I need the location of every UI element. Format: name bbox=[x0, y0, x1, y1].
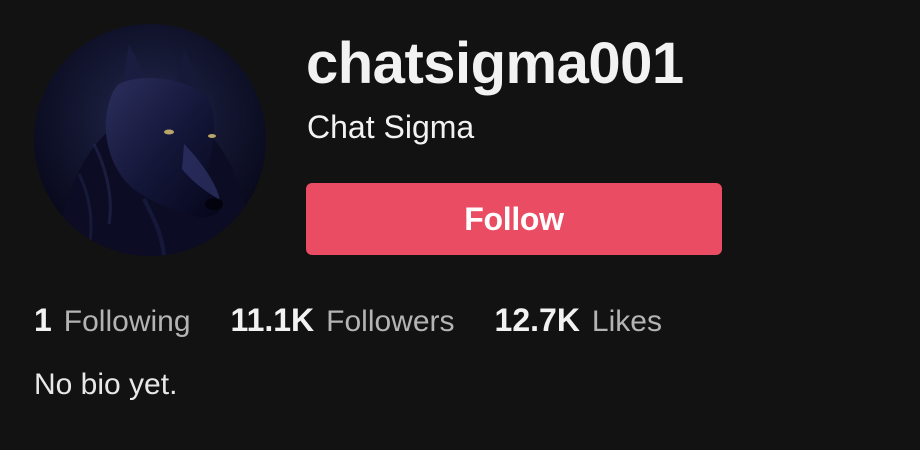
display-name: Chat Sigma bbox=[307, 109, 475, 145]
followers-label: Followers bbox=[326, 305, 455, 338]
following-count: 1 bbox=[34, 302, 52, 338]
stat-followers[interactable]: 11.1K Followers bbox=[231, 302, 455, 339]
profile-stats: 1 Following 11.1K Followers 12.7K Likes bbox=[34, 302, 702, 339]
likes-count: 12.7K bbox=[494, 302, 580, 338]
following-label: Following bbox=[63, 305, 191, 338]
likes-label: Likes bbox=[591, 305, 662, 338]
username: chatsigma001 bbox=[306, 31, 684, 96]
stat-likes: 12.7K Likes bbox=[495, 302, 662, 339]
profile-avatar[interactable] bbox=[34, 24, 266, 256]
stat-following[interactable]: 1 Following bbox=[34, 302, 191, 339]
follow-button[interactable]: Follow bbox=[306, 183, 722, 255]
wolf-avatar-icon bbox=[34, 24, 266, 256]
bio-text: No bio yet. bbox=[34, 368, 178, 401]
followers-count: 11.1K bbox=[230, 302, 315, 338]
